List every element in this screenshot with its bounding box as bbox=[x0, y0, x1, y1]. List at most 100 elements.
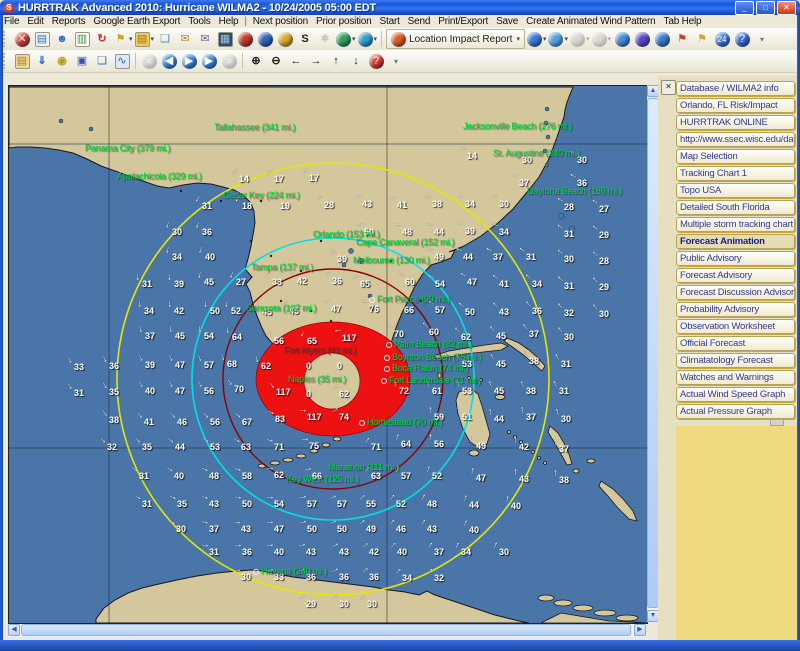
menu-tab-help[interactable]: Tab Help bbox=[660, 16, 706, 27]
wind-barb: →43 bbox=[492, 305, 512, 319]
menu-prior-position[interactable]: Prior position bbox=[312, 16, 376, 27]
save-icon[interactable]: ▣ bbox=[73, 52, 91, 70]
sidebar-item-topo-usa[interactable]: Topo USA bbox=[676, 183, 795, 198]
menu-save[interactable]: Save bbox=[492, 16, 522, 27]
report-window-icon[interactable]: ▤ bbox=[33, 30, 51, 48]
sidebar-item-official-forecast[interactable]: Official Forecast bbox=[676, 336, 795, 351]
report-globe-1-icon[interactable]: ▾ bbox=[527, 30, 547, 48]
map-image-icon[interactable]: ▦ bbox=[216, 30, 234, 48]
menu-create-animated-wind-pattern[interactable]: Create Animated Wind Pattern bbox=[522, 16, 659, 27]
chart-globe-1-icon[interactable] bbox=[613, 30, 631, 48]
prev-position-icon[interactable]: ◀ bbox=[160, 52, 178, 70]
hurricane-symbol-icon[interactable]: S bbox=[296, 30, 314, 48]
scroll-right-icon[interactable]: ▶ bbox=[634, 624, 646, 636]
play-animation-icon[interactable]: ▶ bbox=[180, 52, 198, 70]
sidebar-item-forecast-discussion-advisory[interactable]: Forecast Discussion Advisory bbox=[676, 285, 795, 300]
refresh-data-icon[interactable]: ↻ bbox=[93, 30, 111, 48]
wind-speed-value: 35 bbox=[177, 499, 187, 509]
pan-left-icon[interactable]: ← bbox=[287, 52, 305, 70]
globe-regional-icon[interactable] bbox=[276, 30, 294, 48]
globe-impact-icon[interactable] bbox=[236, 30, 254, 48]
flag-report-red-icon[interactable]: ⚑ bbox=[673, 30, 691, 48]
minimize-button[interactable]: _ bbox=[735, 1, 754, 15]
help-icon[interactable]: ? bbox=[733, 30, 751, 48]
menu-send[interactable]: Send bbox=[404, 16, 435, 27]
sidebar-item-actual-pressure-graph[interactable]: Actual Pressure Graph bbox=[676, 404, 795, 419]
sidebar-item-actual-wind-speed-graph[interactable]: Actual Wind Speed Graph bbox=[676, 387, 795, 402]
globe-green-icon[interactable]: ▾ bbox=[336, 30, 356, 48]
sidebar-item-detailed-south-florida[interactable]: Detailed South Florida bbox=[676, 200, 795, 215]
menu-tools[interactable]: Tools bbox=[184, 16, 214, 27]
map-canvas[interactable]: Hurricane WILMA2 10/24/2005 08:00 AM EDT… bbox=[8, 85, 648, 624]
open-storm-icon[interactable]: ▤▾ bbox=[135, 30, 155, 48]
next-position-icon[interactable]: ▶ bbox=[200, 52, 218, 70]
sidebar-item-climatatology-forecast[interactable]: Climatatology Forecast bbox=[676, 353, 795, 368]
user-profile-icon[interactable]: ☻ bbox=[53, 30, 71, 48]
advisory-text-icon[interactable]: ▥ bbox=[73, 30, 91, 48]
import-icon[interactable]: ⇓ bbox=[33, 52, 51, 70]
export-image-icon[interactable]: ∿ bbox=[113, 52, 131, 70]
scroll-left-icon[interactable]: ◀ bbox=[8, 624, 20, 636]
pan-up-icon[interactable]: ↑ bbox=[327, 52, 345, 70]
track-position-icon[interactable]: ⚑▾ bbox=[113, 30, 133, 48]
mail-send-icon[interactable]: ✉ bbox=[196, 30, 214, 48]
menu-next-position[interactable]: Next position bbox=[249, 16, 312, 27]
report-disabled-2-icon[interactable]: ▾ bbox=[592, 30, 612, 48]
sidebar-item-multiple-storm-tracking-chart[interactable]: Multiple storm tracking chart bbox=[676, 217, 795, 232]
help-red-icon[interactable]: ? bbox=[367, 52, 385, 70]
pan-down-icon[interactable]: ↓ bbox=[347, 52, 365, 70]
last-position-icon[interactable]: » bbox=[220, 52, 238, 70]
toolbar-grip[interactable] bbox=[3, 31, 9, 47]
close-button[interactable]: ✕ bbox=[777, 1, 796, 15]
sidebar-item-watches-and-warnings[interactable]: Watches and Warnings bbox=[676, 370, 795, 385]
menu-file[interactable]: File bbox=[0, 16, 23, 27]
sidebar-item-public-advisory[interactable]: Public Advisory bbox=[676, 251, 795, 266]
map-horizontal-scrollbar[interactable]: ◀ ▶ bbox=[8, 624, 646, 637]
sidebar-item-orlando-fl-risk-impact[interactable]: Orlando, FL Risk/Impact bbox=[676, 98, 795, 113]
menu-start[interactable]: Start bbox=[376, 16, 404, 27]
sidebar-item-tracking-chart-1[interactable]: Tracking Chart 1 bbox=[676, 166, 795, 181]
zoom-in-icon[interactable]: ⊕ bbox=[247, 52, 265, 70]
mail-open-icon[interactable]: ✉ bbox=[176, 30, 194, 48]
first-position-icon[interactable]: « bbox=[140, 52, 158, 70]
menu-reports[interactable]: Reports bbox=[48, 16, 90, 27]
sidebar-item-forecast-advisory[interactable]: Forecast Advisory bbox=[676, 268, 795, 283]
globe-americas-icon[interactable] bbox=[256, 30, 274, 48]
copy-icon[interactable]: ❏ bbox=[93, 52, 111, 70]
sidebar-item-forecast-animation[interactable]: Forecast Animation bbox=[676, 234, 795, 249]
globe-cyan-icon[interactable]: ▾ bbox=[358, 30, 378, 48]
pan-right-icon[interactable]: → bbox=[307, 52, 325, 70]
scroll-thumb[interactable] bbox=[21, 624, 631, 636]
zoom-out-icon[interactable]: ⊖ bbox=[267, 52, 285, 70]
report-disabled-1-icon[interactable]: ▾ bbox=[570, 30, 590, 48]
sidebar-item-database-wilma2-info[interactable]: Database / WILMA2 info bbox=[676, 81, 795, 96]
wind-speed-value: 57 bbox=[401, 471, 411, 481]
sidebar-item-map-selection[interactable]: Map Selection bbox=[676, 149, 795, 164]
maximize-button[interactable]: □ bbox=[756, 1, 775, 15]
lock-icon[interactable]: ◉ bbox=[53, 52, 71, 70]
delete-storm-icon[interactable]: ✕ bbox=[13, 30, 31, 48]
menu-help[interactable]: Help bbox=[215, 16, 243, 27]
clock-24-icon[interactable]: 24 bbox=[713, 30, 731, 48]
nav-toolbar: ▤⇓◉▣❏∿«◀▶▶»⊕⊖←→↑↓?▾ bbox=[0, 50, 800, 73]
sidebar-item-observation-worksheet[interactable]: Observation Worksheet bbox=[676, 319, 795, 334]
menu-print-export[interactable]: Print/Export bbox=[434, 16, 492, 27]
toolbar-overflow-icon[interactable]: ▾ bbox=[387, 52, 405, 70]
toolbar-grip[interactable] bbox=[3, 53, 9, 69]
toolbar-overflow-icon[interactable]: ▾ bbox=[753, 30, 771, 48]
sidebar-close-icon[interactable]: ✕ bbox=[661, 80, 676, 95]
chart-globe-2-icon[interactable] bbox=[633, 30, 651, 48]
wind-pattern-disabled-icon[interactable]: ✱ bbox=[316, 30, 334, 48]
sidebar-item-probability-advisory[interactable]: Probability Advisory bbox=[676, 302, 795, 317]
menu-google-earth-export[interactable]: Google Earth Export bbox=[89, 16, 184, 27]
sidebar-item-http-www-ssec-wisc-edu-data-g8-lat[interactable]: http://www.ssec.wisc.edu/data/g8/lat bbox=[676, 132, 795, 147]
wind-barb: →31 bbox=[67, 386, 87, 400]
sidebar-item-hurrtrak-online[interactable]: HURRTRAK ONLINE bbox=[676, 115, 795, 130]
report-globe-2-icon[interactable]: ▾ bbox=[548, 30, 568, 48]
location-impact-report-button[interactable]: Location Impact Report▾ bbox=[386, 29, 525, 49]
chart-globe-3-icon[interactable] bbox=[653, 30, 671, 48]
open-map-icon[interactable]: ▤ bbox=[13, 52, 31, 70]
new-document-icon[interactable]: ❏ bbox=[156, 30, 174, 48]
flag-report-gold-icon[interactable]: ⚑ bbox=[693, 30, 711, 48]
menu-edit[interactable]: Edit bbox=[23, 16, 47, 27]
